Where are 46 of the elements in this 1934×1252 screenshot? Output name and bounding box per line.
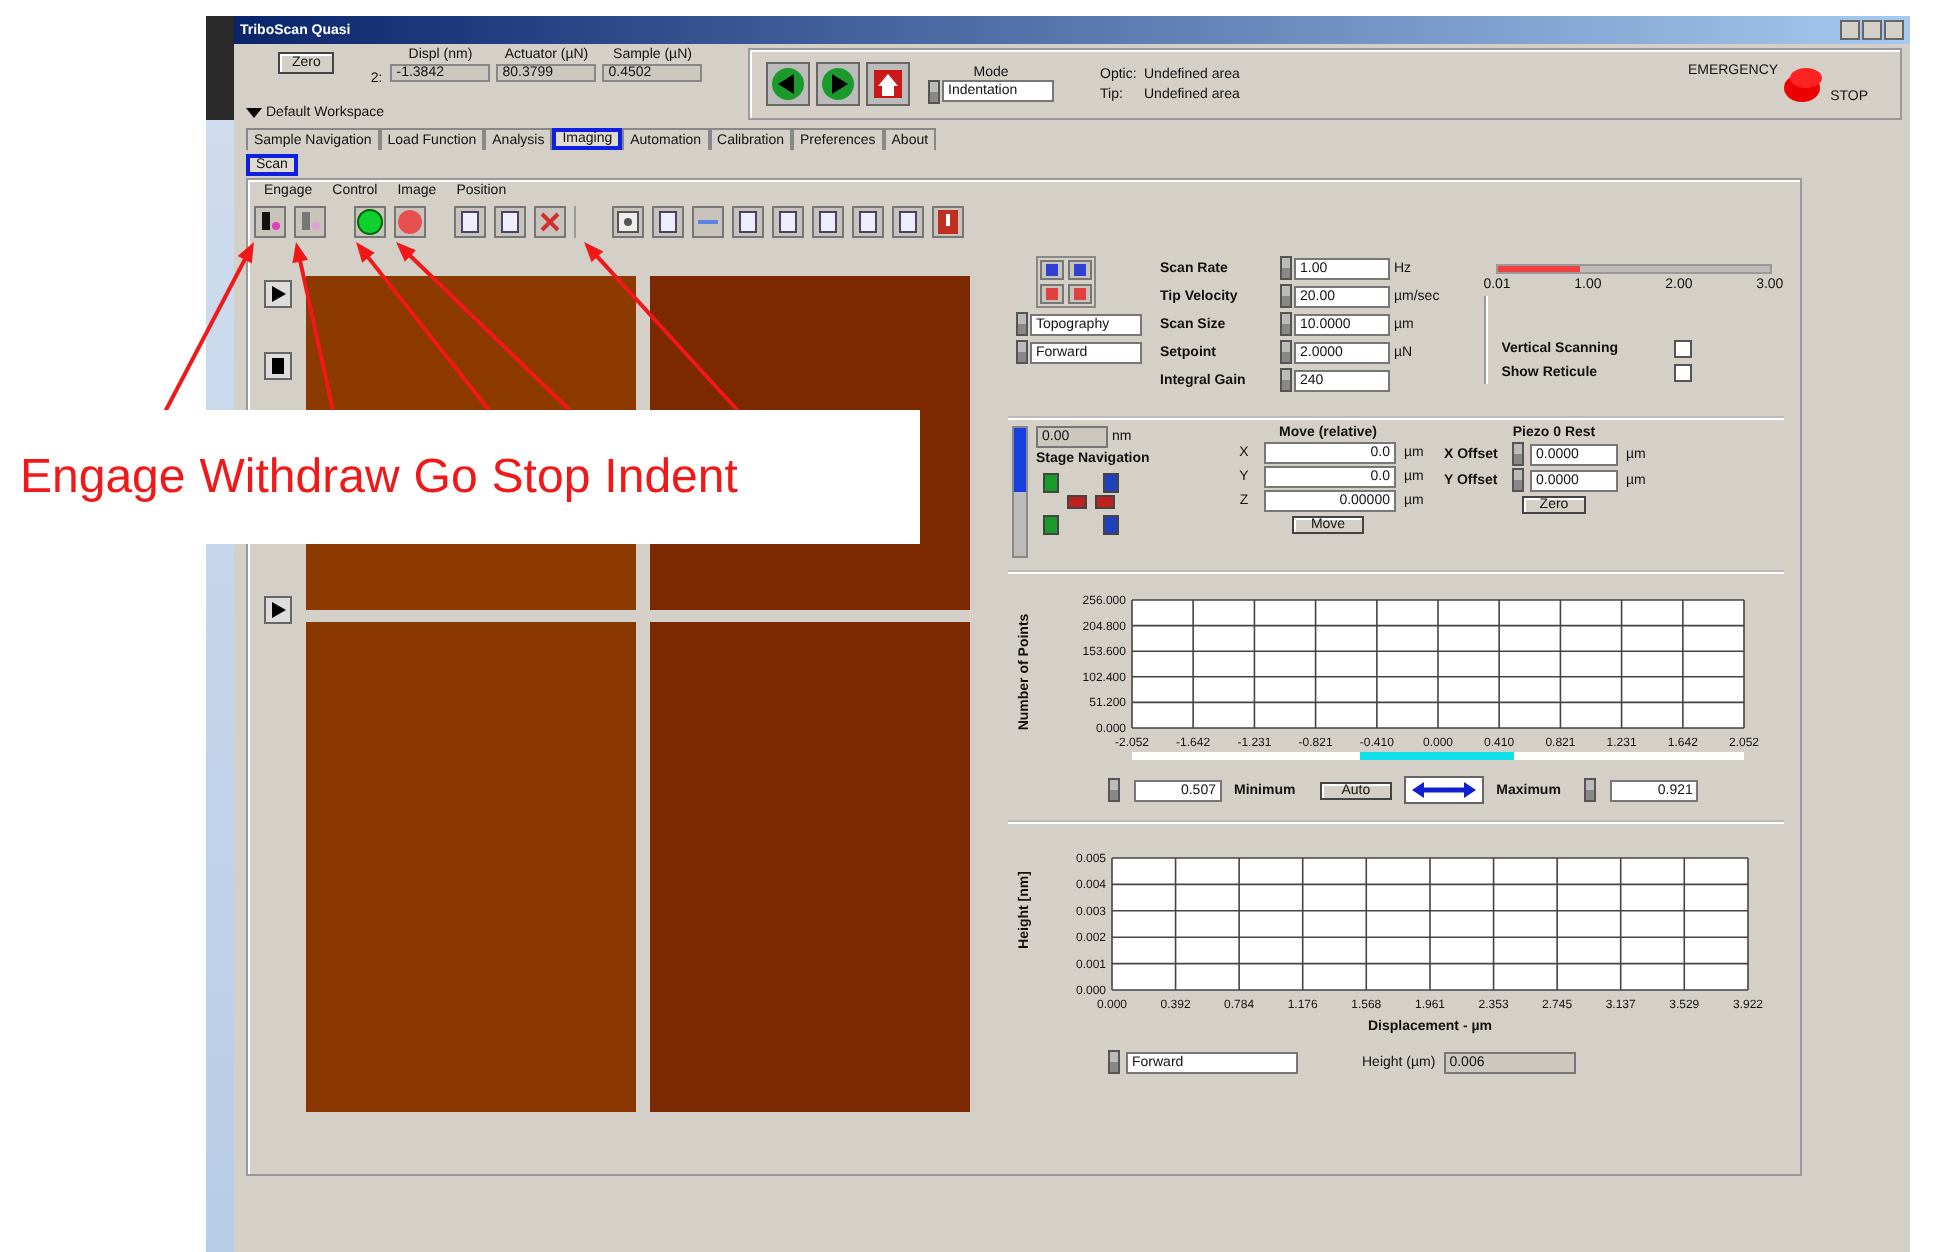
play-button[interactable] [263,280,291,308]
slider-track[interactable] [1495,264,1772,274]
forward-button[interactable] [816,62,860,106]
double-arrow-button[interactable] [1404,776,1485,804]
spinner-icon[interactable] [1280,256,1292,280]
z-slider-fill[interactable] [1014,428,1026,492]
slider-fill[interactable] [1497,266,1579,272]
annotation-label: Indent [604,449,738,505]
checkbox[interactable] [1674,340,1693,358]
toolbar-button[interactable] [254,206,286,238]
annotation-label: Stop [491,449,591,505]
annotation-label: Go [413,449,478,505]
toolbar-button[interactable] [772,206,804,238]
maximize-icon[interactable] [1862,20,1882,40]
dropdown-icon[interactable] [246,107,262,119]
spinner-icon[interactable] [1108,1050,1120,1074]
spinner-icon[interactable] [1584,778,1597,802]
spinner-icon[interactable] [1280,284,1292,308]
spinner-icon[interactable] [1280,340,1292,364]
play-button[interactable] [263,596,291,624]
annotation-label: Withdraw [199,449,400,505]
checkbox[interactable] [1674,364,1693,382]
toolbar-button[interactable] [732,206,764,238]
spinner-icon[interactable] [1108,778,1120,802]
z-slider-track[interactable] [1012,426,1028,558]
minimize-icon[interactable] [1840,20,1860,40]
toolbar-button[interactable] [932,206,964,238]
spinner-icon[interactable] [1016,340,1028,364]
spinner-icon[interactable] [1512,442,1524,466]
toolbar-button[interactable] [892,206,924,238]
toolbar-button[interactable] [494,206,526,238]
spinner-icon[interactable] [1280,368,1292,392]
toolbar-button[interactable] [852,206,884,238]
emergency-stop-button[interactable] [1782,64,1827,104]
spinner-icon[interactable] [1512,468,1524,492]
spinner-icon[interactable] [1016,312,1028,336]
back-button[interactable] [766,62,810,106]
toolbar-button[interactable] [812,206,844,238]
toolbar-button[interactable] [454,206,486,238]
close-icon[interactable] [1884,20,1904,40]
spinner-icon[interactable] [928,79,940,103]
toolbar-button[interactable] [652,206,684,238]
home-button[interactable] [866,62,910,106]
annotation-label: Engage [20,449,186,505]
toolbar-button[interactable] [612,206,644,238]
spinner-icon[interactable] [1280,312,1292,336]
